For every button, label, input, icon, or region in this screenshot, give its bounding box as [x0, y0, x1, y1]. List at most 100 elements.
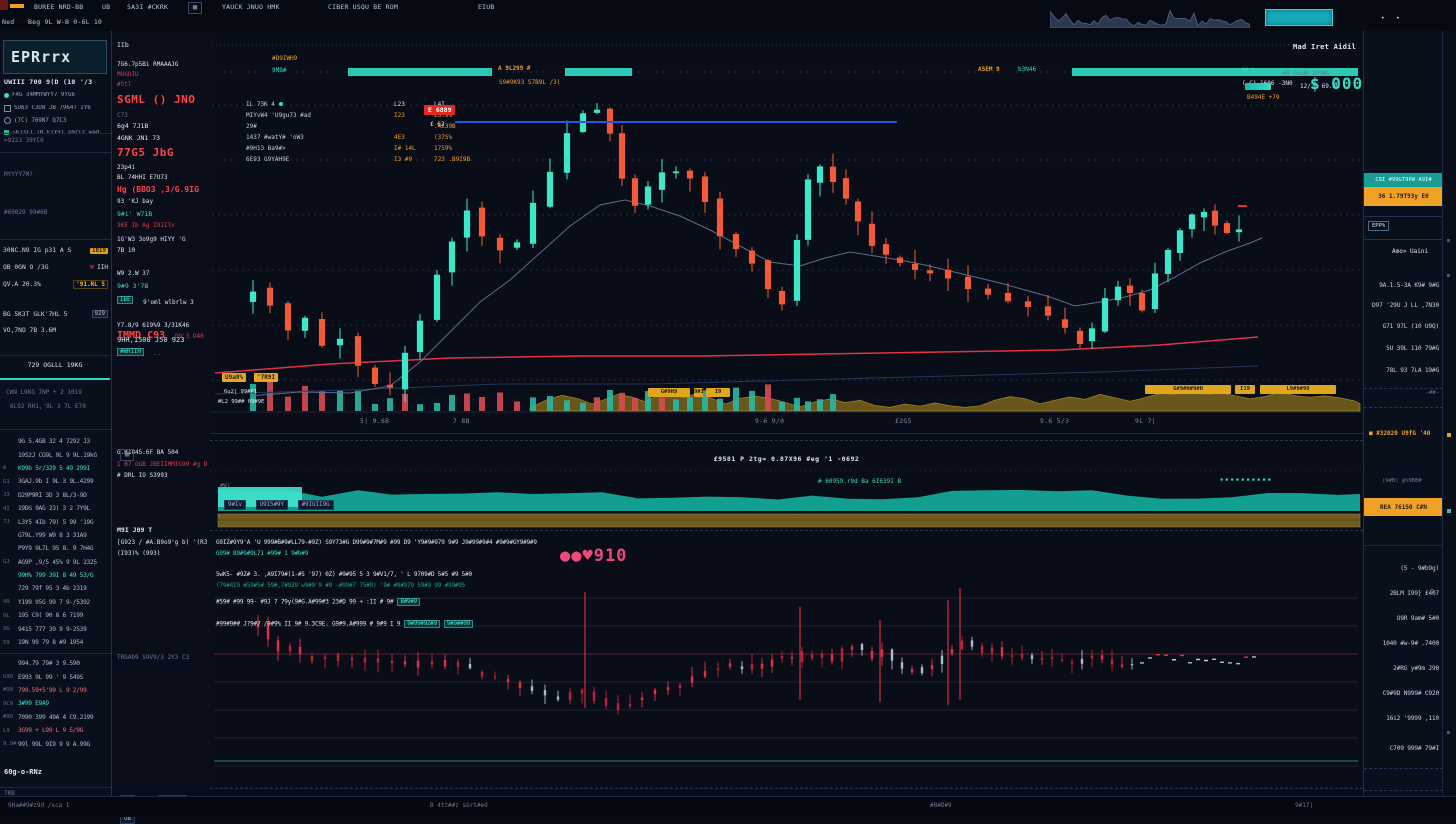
table-row[interactable]: 9G 5.4GB 32 4 7292 J3 [0, 435, 110, 448]
row-tag: 49 [3, 599, 18, 605]
table-row[interactable]: 7JL3Y5 4Ib 79) 5 99 '19G [0, 515, 110, 528]
table-row[interactable]: 729 79f 95 3 4b 2319 [0, 582, 110, 595]
trend-dash [1244, 656, 1248, 657]
table-row[interactable]: 5919N 99 79 8 #9 1954 [0, 636, 110, 649]
band-button-1[interactable]: 9#Iv [224, 500, 246, 510]
tag-badge[interactable]: IBE [117, 296, 133, 304]
menu-item[interactable]: YAUCK JNUO HMK [222, 3, 280, 11]
candle [1021, 654, 1023, 657]
band-button-3[interactable]: #9IUII9G [298, 500, 334, 510]
table-row[interactable]: 19S2J CG9L 9L 9 9L.19kG [0, 448, 110, 461]
right-data-row: O9R 9am# 5#0 [1368, 615, 1439, 622]
panel-grid-icon[interactable]: ▦ [120, 449, 134, 461]
grid-icon[interactable]: ▦ [188, 2, 202, 14]
stat-badge[interactable]: 1019 [90, 248, 108, 254]
table-row[interactable]: 99H% 799 39I 8 49 53/G [0, 569, 110, 582]
table-row[interactable]: 9C93#99 E9A9 [0, 697, 110, 710]
table-row[interactable]: G13GAJ.9b I 9L 3 9L.4299 [0, 475, 110, 488]
orange-alert-row[interactable]: ■ #32020 U9fG '40 [1369, 430, 1430, 437]
orange-banner[interactable]: 36 1.79T93y E0 [1364, 187, 1443, 206]
candle [805, 179, 811, 239]
table-row[interactable]: #99799.59+5'99 L 9 2/99 [0, 684, 110, 697]
status-badge[interactable]: #WHIIH [117, 348, 144, 356]
table-row[interactable]: GJAG9P ,9/5 45% 9 9L 2325 [0, 556, 110, 569]
candle [817, 166, 823, 182]
menu-item[interactable]: CIBER USQU BE ROM [328, 3, 398, 11]
highlighted-action-button[interactable] [1265, 9, 1333, 26]
menu-item[interactable]: BUREE NRD-BB [34, 3, 83, 11]
main-candlestick-chart[interactable] [210, 31, 1363, 433]
volume-bar [659, 398, 665, 411]
option-row[interactable]: SU63 C3U8 JB 7964T IY6 [4, 105, 108, 112]
tab-epp[interactable]: EPP% [1368, 221, 1389, 231]
symbol-title-box[interactable]: EPRrrx [3, 40, 107, 74]
circle-icon [4, 117, 11, 124]
profile-bar[interactable] [565, 68, 632, 76]
option-row[interactable]: F4G 34MMYWYY7 9YG6 [4, 92, 108, 98]
event-badge-5[interactable]: I19 [1235, 385, 1255, 394]
alert-badge[interactable]: E 6889 [424, 105, 455, 115]
candle [749, 251, 755, 264]
stat-badge[interactable]: 929 [92, 310, 108, 318]
right-data-row: 2BLM I99} £407 [1368, 590, 1439, 597]
event-badge-6[interactable]: L9#9#99 [1260, 385, 1336, 394]
teal-banner[interactable]: C9I #99GT9PW A9I# [1364, 173, 1443, 187]
row-tag: ⊕ [3, 465, 18, 471]
table-row[interactable]: 994.79 79# 3 9.590 [0, 657, 110, 670]
gear-icon[interactable]: ⚙ [1430, 587, 1434, 595]
table-row[interactable]: 9L195 C9( 90 8 6 7199 [0, 609, 110, 622]
event-badge-4[interactable]: G#9#H#9#H [1145, 385, 1231, 394]
legend-label: #9H13 Ba9#> [246, 145, 394, 152]
statusbar-item: 9Ha##9#z9d /sca 1 [8, 802, 69, 809]
table-row[interactable]: #997090 399 49A 4 C9.2199 [0, 711, 110, 724]
table-row[interactable]: P9Y9 9L7L 95 8. 9 7H4G [0, 542, 110, 555]
band-button-2[interactable]: U9I5#9Y [256, 500, 288, 510]
dot-indicator: • [1381, 15, 1385, 22]
row-tag: 59 [3, 640, 18, 646]
table-row[interactable]: G99E993 9L 99 ' 9 549S [0, 670, 110, 683]
stat-row: QV.A 20.3%'91.RL 5 [3, 280, 108, 289]
candle [765, 260, 771, 289]
profile-bar[interactable] [348, 68, 492, 76]
table-row[interactable]: ⊕K99b 5r/329 5 49 299I [0, 462, 110, 475]
candle [277, 640, 279, 651]
menu-item[interactable]: UB [102, 3, 110, 11]
inline-badge[interactable]: 9#9##99 [444, 620, 473, 628]
inline-badge[interactable]: B#9#9 [397, 598, 419, 606]
menu-item[interactable]: SA3I #CKRK [127, 3, 168, 11]
stat-badge[interactable]: '91.RL 5 [73, 280, 108, 289]
right-data-row: C709 999# 79#I [1368, 745, 1439, 752]
event-badge-3[interactable]: I9 [706, 388, 730, 397]
table-row[interactable]: G79L.Y99 W9 8 3 31A9 [0, 529, 110, 542]
vol-button-2[interactable]: '7R9I [254, 373, 278, 382]
event-badge-1[interactable]: G#9H9 [648, 388, 690, 397]
tab-box: EPP% [1364, 216, 1442, 240]
candle [267, 288, 273, 306]
menu-item[interactable]: EIUB [478, 3, 494, 11]
vol-button-1[interactable]: U9a9% [222, 373, 246, 382]
orange-banner-2[interactable]: REA 76150 C#N [1364, 498, 1443, 516]
heart-icon[interactable]: ♥ [89, 263, 94, 272]
table-row[interactable]: 4I19DG 9AG 23) 3 2 7Y9L [0, 502, 110, 515]
option-row[interactable]: (7C) 769N7 Q7C3 [4, 117, 108, 124]
dot-icon [4, 93, 9, 98]
table-row[interactable]: 49Y199 95G 99 7 9-/5392 [0, 596, 110, 609]
band-teal-note: # 60959.r9d Ba 6I639I B [818, 478, 901, 485]
table-row[interactable]: 9G9415 777 39 9 9-2539 [0, 622, 110, 635]
quote-line: TRGAb9 S9V9/3 2Y3 C3 [117, 654, 207, 661]
volume-bar [830, 394, 836, 411]
table-row[interactable]: L93G99 + L99 L 9 5/9G [0, 724, 110, 737]
candle [830, 167, 836, 182]
candle [687, 171, 693, 179]
x-axis-label: 9L 7| [1135, 418, 1156, 425]
event-badge-2[interactable]: 9#I [694, 388, 703, 397]
quote-panel: IIb7G6.7p5Bi RMAAAJGMUGUIU#5tlSGML () JN… [112, 31, 211, 796]
collapse-mark[interactable]: -##- [1426, 390, 1439, 396]
option-label: F4G 34MMYWYY7 9YG6 [12, 92, 75, 98]
candle [594, 110, 600, 113]
table-row[interactable]: 9.9#99l 99L 9I9 9 9 A.99G [0, 737, 110, 750]
statusbar-item: B 4tt##z sGrt#ed [430, 802, 488, 809]
table-row[interactable]: J3D29P9RI 3D 3 8L/3-9D [0, 489, 110, 502]
inline-badge[interactable]: 9#99#9Z#9 [404, 620, 440, 628]
badge-caption: 9'oml wlbrlw 3 [143, 299, 194, 306]
